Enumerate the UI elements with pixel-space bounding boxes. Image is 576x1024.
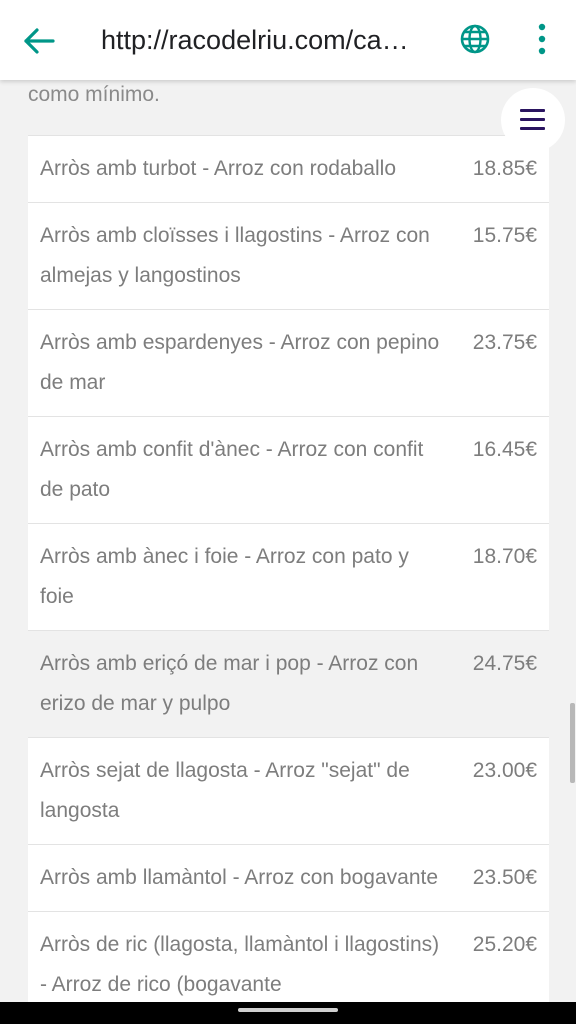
arrow-left-icon[interactable] — [22, 24, 56, 58]
url-bar[interactable]: http://racodelriu.com/ca… — [101, 22, 431, 58]
table-row: Arròs amb cloïsses i llagostins - Arroz … — [28, 202, 549, 309]
hamburger-menu-icon[interactable] — [501, 88, 565, 152]
globe-icon[interactable] — [458, 22, 492, 56]
browser-toolbar: http://racodelriu.com/ca… — [0, 0, 576, 80]
page-content: como mínimo. Arròs amb turbot - Arroz co… — [0, 80, 576, 1004]
dish-name: Arròs amb turbot - Arroz con rodaballo — [40, 157, 396, 180]
menu-price-table: Arròs amb turbot - Arroz con rodaballo 1… — [28, 135, 549, 1004]
dish-price: 18.70€ — [472, 545, 537, 568]
dish-price: 23.50€ — [472, 866, 537, 889]
dish-price: 23.00€ — [472, 759, 537, 782]
dish-price: 25.20€ — [472, 933, 537, 956]
menu-bar-bottom — [520, 127, 545, 130]
dish-price: 24.75€ — [472, 652, 537, 675]
system-navigation-bar — [0, 1002, 576, 1024]
dish-price: 16.45€ — [472, 438, 537, 461]
table-row: Arròs sejat de llagosta - Arroz "sejat" … — [28, 737, 549, 844]
more-vert-icon[interactable] — [530, 20, 554, 60]
dish-price: 15.75€ — [472, 224, 537, 247]
dish-price: 23.75€ — [472, 331, 537, 354]
dish-name: Arròs sejat de llagosta - Arroz "sejat" … — [40, 759, 410, 822]
table-row: Arròs amb confit d'ànec - Arroz con conf… — [28, 416, 549, 523]
table-row: Arròs amb llamàntol - Arroz con bogavant… — [28, 844, 549, 911]
dish-name: Arròs amb llamàntol - Arroz con bogavant… — [40, 866, 439, 889]
dish-name: Arròs de ric (llagosta, llamàntol i llag… — [40, 933, 440, 996]
menu-bar-middle — [520, 118, 545, 121]
home-gesture-handle[interactable] — [238, 1008, 338, 1012]
menu-bar-top — [520, 109, 545, 112]
scrollbar-thumb[interactable] — [570, 703, 575, 783]
dish-name: Arròs amb espardenyes - Arroz con pepino… — [40, 331, 440, 394]
dish-price: 18.85€ — [472, 157, 537, 180]
dish-name: Arròs amb ànec i foie - Arroz con pato y… — [40, 545, 409, 608]
dish-name: Arròs amb cloïsses i llagostins - Arroz … — [40, 224, 430, 287]
table-row: Arròs amb espardenyes - Arroz con pepino… — [28, 309, 549, 416]
table-row: Arròs amb turbot - Arroz con rodaballo 1… — [28, 135, 549, 202]
dish-name: Arròs amb confit d'ànec - Arroz con conf… — [40, 438, 424, 501]
intro-text: como mínimo. — [28, 83, 160, 106]
table-row: Arròs de ric (llagosta, llamàntol i llag… — [28, 911, 549, 1004]
table-row: Arròs amb eriçó de mar i pop - Arroz con… — [28, 630, 549, 737]
dish-name: Arròs amb eriçó de mar i pop - Arroz con… — [40, 652, 419, 715]
table-row: Arròs amb ànec i foie - Arroz con pato y… — [28, 523, 549, 630]
